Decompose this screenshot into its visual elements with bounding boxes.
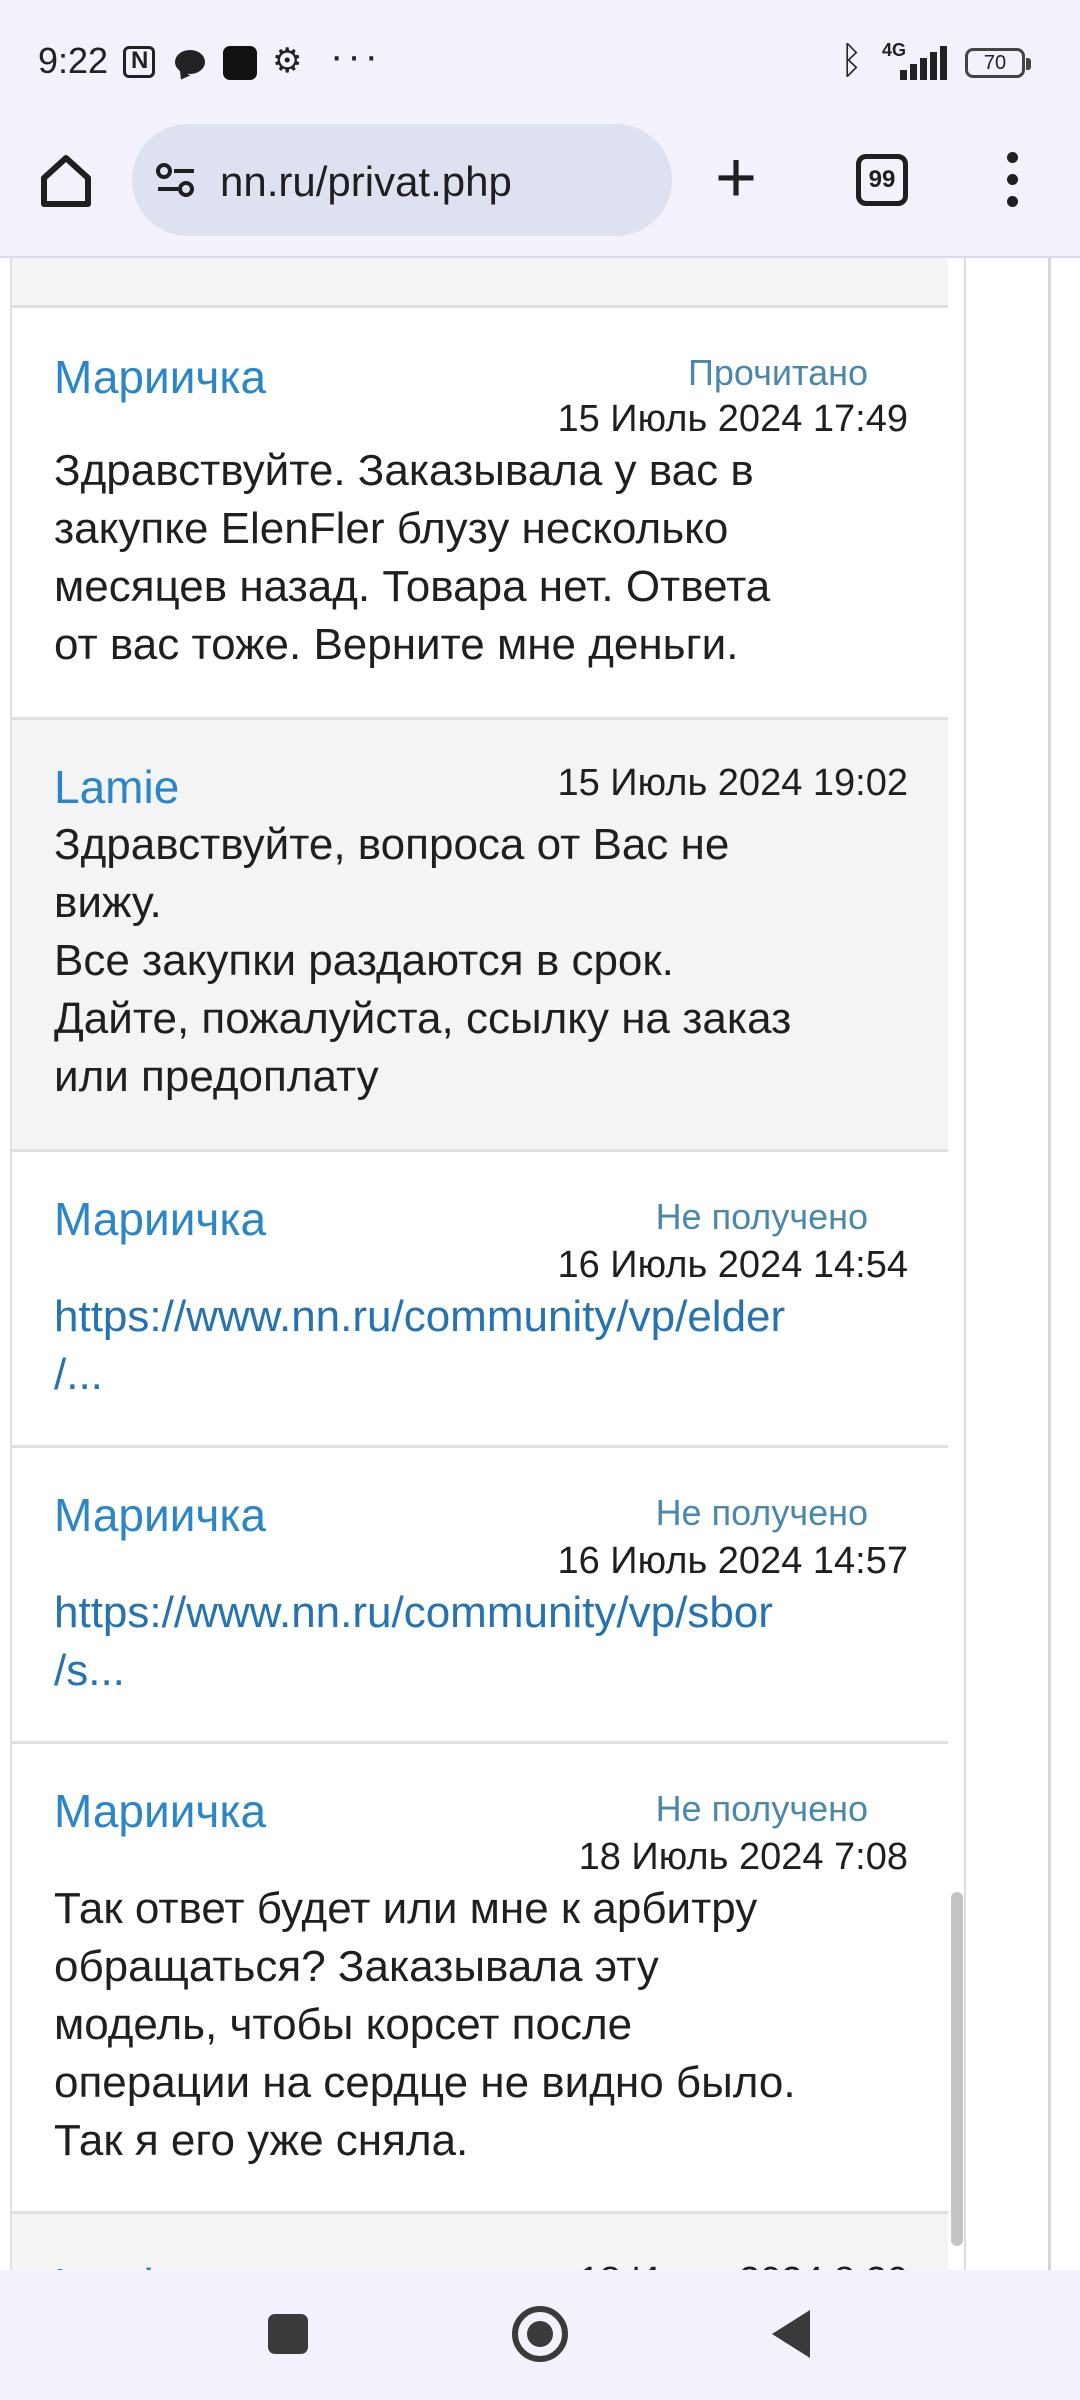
url-text[interactable]: nn.ru/privat.php (220, 158, 512, 206)
message-link[interactable]: https://www.nn.ru/community/vp/sbor /s..… (54, 1584, 918, 1700)
message-date: 18 Июль 2024 8:30 (579, 2260, 908, 2270)
message-item: Мариичка Прочитано 15 Июль 2024 17:49 Зд… (10, 308, 948, 720)
nfc-icon (123, 46, 155, 78)
message-thread: Мариичка Прочитано 15 Июль 2024 17:49 Зд… (10, 258, 948, 2270)
message-stub (10, 258, 948, 308)
message-status: Прочитано (688, 352, 868, 393)
more-dots-icon: ··· (330, 34, 382, 78)
message-date: 15 Июль 2024 17:49 (557, 398, 908, 440)
message-item: Lamie 15 Июль 2024 19:02 Здравствуйте, в… (10, 720, 948, 1152)
battery-level: 70 (983, 52, 1007, 74)
bluetooth-icon: ᛒ (840, 40, 863, 82)
message-status: Не получено (655, 1196, 868, 1237)
status-time: 9:22 (38, 40, 109, 81)
message-date: 18 Июль 2024 7:08 (578, 1836, 908, 1878)
scrollbar-thumb[interactable] (951, 1892, 963, 2246)
message-item: Мариичка Не получено 18 Июль 2024 7:08 Т… (10, 1744, 948, 2214)
settings-icon: ⚙ (272, 42, 303, 80)
overflow-menu-icon[interactable] (998, 150, 1028, 210)
battery-icon: 70 (965, 48, 1031, 78)
recents-square-icon[interactable] (268, 2314, 308, 2354)
message-author[interactable]: Lamie (54, 2258, 179, 2270)
message-body: Здравствуйте, вопроса от Вас не вижу. Вс… (54, 820, 792, 1101)
home-icon[interactable] (36, 150, 96, 210)
app-square-icon (223, 46, 257, 80)
message-date: 16 Июль 2024 14:54 (557, 1244, 908, 1286)
message-author[interactable]: Мариичка (54, 1488, 266, 1542)
message-body: Так ответ будет или мне к арбитру обраща… (54, 1884, 796, 2165)
message-author[interactable]: Мариичка (54, 1784, 266, 1838)
divider (1048, 258, 1051, 2270)
tab-switcher-icon[interactable]: 99 (856, 154, 908, 206)
browser-toolbar: nn.ru/privat.php + 99 (0, 120, 1080, 258)
message-item: Lamie 18 Июль 2024 8:30 (10, 2214, 948, 2270)
tab-count: 99 (868, 166, 896, 193)
message-body: Здравствуйте. Заказывала у вас в закупке… (54, 446, 771, 669)
message-date: 16 Июль 2024 14:57 (557, 1540, 908, 1582)
status-bar: 9:22 ⚙ ··· ᛒ 4G 70 (0, 0, 1080, 120)
back-triangle-icon[interactable] (772, 2310, 810, 2358)
divider (964, 258, 966, 2270)
message-item: Мариичка Не получено 16 Июль 2024 14:54 … (10, 1152, 948, 1448)
message-date: 15 Июль 2024 19:02 (557, 762, 908, 804)
message-status: Не получено (655, 1788, 868, 1829)
message-author[interactable]: Мариичка (54, 1192, 266, 1246)
address-bar[interactable]: nn.ru/privat.php (132, 124, 672, 236)
chat-icon (175, 50, 205, 74)
message-status: Не получено (655, 1492, 868, 1533)
system-nav-bar (0, 2270, 1080, 2400)
site-settings-icon[interactable] (156, 162, 196, 198)
new-tab-plus-icon[interactable]: + (715, 142, 757, 214)
page-content: Мариичка Прочитано 15 Июль 2024 17:49 Зд… (0, 258, 1080, 2270)
message-link[interactable]: https://www.nn.ru/community/vp/elder /..… (54, 1288, 918, 1404)
message-author[interactable]: Мариичка (54, 350, 266, 404)
message-author[interactable]: Lamie (54, 760, 179, 814)
message-item: Мариичка Не получено 16 Июль 2024 14:57 … (10, 1448, 948, 1744)
signal-icon (900, 46, 950, 80)
home-circle-icon[interactable] (512, 2306, 568, 2362)
